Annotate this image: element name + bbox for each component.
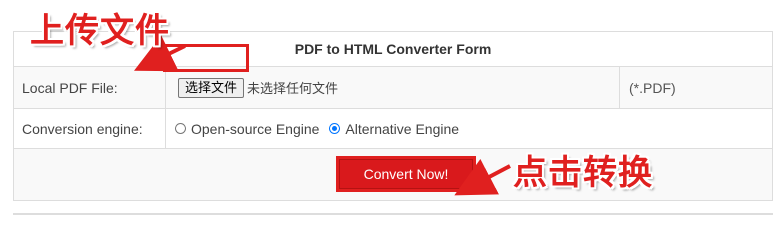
engine-row: Conversion engine: Open-source Engine Al…	[14, 109, 772, 149]
engine-options: Open-source Engine Alternative Engine	[166, 109, 772, 148]
file-status-text: 未选择任何文件	[247, 81, 339, 96]
radio-button-checked[interactable]	[329, 123, 341, 134]
convert-annotation: 点击转换	[513, 153, 653, 193]
convert-now-button[interactable]: Convert Now!	[336, 156, 476, 192]
radio-label: Alternative Engine	[345, 120, 460, 137]
radio-label: Open-source Engine	[191, 120, 320, 137]
choose-file-highlight	[163, 44, 249, 72]
choose-file-button[interactable]: 选择文件	[178, 77, 245, 98]
radio-alternative-engine[interactable]: Alternative Engine	[329, 121, 459, 137]
file-label: Local PDF File:	[14, 67, 166, 108]
radio-open-source-engine[interactable]: Open-source Engine	[175, 121, 319, 137]
radio-button[interactable]	[175, 123, 186, 134]
converter-form: PDF to HTML Converter Form Local PDF Fil…	[13, 31, 773, 201]
upload-annotation: 上传文件	[30, 11, 170, 51]
engine-label: Conversion engine:	[14, 109, 166, 148]
file-input-cell: 选择文件 未选择任何文件	[166, 67, 620, 108]
file-type-hint: (*.PDF)	[629, 79, 676, 96]
divider	[13, 213, 773, 215]
file-row: Local PDF File: 选择文件 未选择任何文件 (*.PDF)	[14, 67, 772, 109]
submit-row: Convert Now!	[14, 149, 772, 200]
